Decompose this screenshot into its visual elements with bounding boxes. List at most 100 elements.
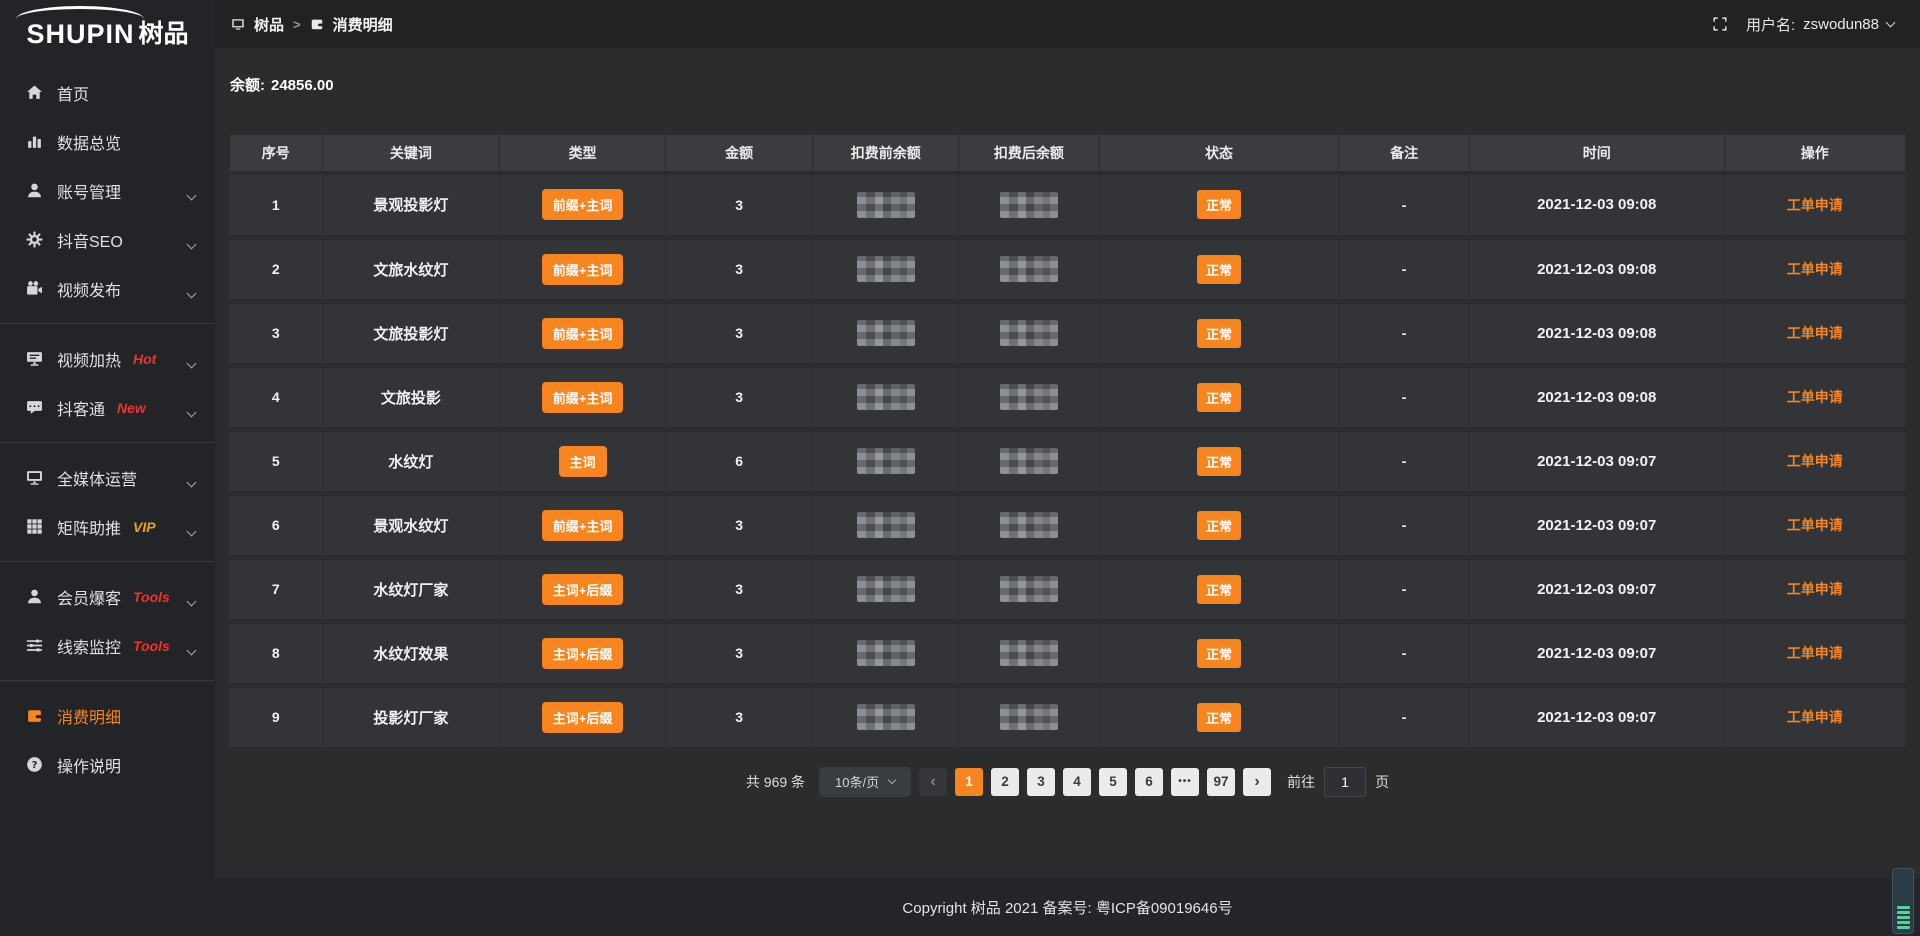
svg-text:?: ? (31, 760, 37, 771)
cell-remark: - (1339, 621, 1470, 685)
sidebar-item-badge: VIP (133, 519, 156, 535)
status-badge: 正常 (1197, 703, 1241, 732)
next-page-button[interactable]: › (1243, 768, 1271, 796)
cell-type: 前缀+主词 (500, 365, 666, 429)
sidebar-item[interactable]: 抖音SEO (0, 215, 215, 264)
type-badge: 前缀+主词 (542, 254, 624, 285)
sidebar-item[interactable]: 账号管理 (0, 166, 215, 215)
sidebar-item[interactable]: 视频加热 Hot (0, 334, 215, 383)
blurred-balance-before (857, 576, 915, 602)
cell-balance-after (959, 237, 1100, 301)
cell-remark: - (1339, 365, 1470, 429)
chevron-down-icon (188, 186, 195, 204)
sidebar-item[interactable]: ? 操作说明 (0, 740, 215, 789)
blurred-balance-after (1000, 256, 1058, 282)
status-badge: 正常 (1197, 511, 1241, 540)
cell-index: 9 (230, 685, 322, 749)
work-order-link[interactable]: 工单申请 (1787, 453, 1843, 469)
page-button[interactable]: 3 (1027, 768, 1055, 796)
sidebar-item[interactable]: 会员爆客 Tools (0, 572, 215, 621)
page-buttons: 1 2 3 4 5 6 ••• 97 (955, 768, 1235, 796)
sidebar-item-label: 会员爆客 (57, 585, 121, 609)
page-button[interactable]: 4 (1063, 768, 1091, 796)
work-order-link[interactable]: 工单申请 (1787, 261, 1843, 277)
column-header: 序号 (230, 135, 322, 173)
user-dropdown[interactable]: 用户名: zswodun88 (1746, 14, 1894, 35)
blurred-balance-before (857, 704, 915, 730)
cell-time: 2021-12-03 09:07 (1469, 557, 1724, 621)
page-button[interactable]: 6 (1135, 768, 1163, 796)
work-order-link[interactable]: 工单申请 (1787, 325, 1843, 341)
cell-time: 2021-12-03 09:07 (1469, 685, 1724, 749)
sidebar-item[interactable]: 全媒体运营 (0, 453, 215, 502)
work-order-link[interactable]: 工单申请 (1787, 581, 1843, 597)
cell-action: 工单申请 (1724, 301, 1905, 365)
sidebar-item-label: 视频发布 (57, 277, 121, 301)
type-badge: 前缀+主词 (542, 382, 624, 413)
fullscreen-icon[interactable] (1712, 16, 1728, 32)
status-badge: 正常 (1197, 383, 1241, 412)
sidebar-item-badge: Tools (133, 589, 170, 605)
cell-index: 6 (230, 493, 322, 557)
work-order-link[interactable]: 工单申请 (1787, 709, 1843, 725)
cell-balance-after (959, 301, 1100, 365)
breadcrumb-current: 消费明细 (333, 14, 393, 35)
goto-page-input[interactable] (1324, 767, 1366, 797)
breadcrumb: 树品 > 消费明细 (231, 14, 393, 35)
wallet-icon (310, 17, 324, 31)
prev-page-button[interactable]: ‹ (919, 768, 947, 796)
cell-action: 工单申请 (1724, 493, 1905, 557)
sidebar-item-badge: New (117, 400, 146, 416)
breadcrumb-separator: > (293, 17, 301, 32)
work-order-link[interactable]: 工单申请 (1787, 197, 1843, 213)
work-order-link[interactable]: 工单申请 (1787, 389, 1843, 405)
copyright-text: Copyright 树品 2021 备案号: 粤ICP备09019646号 (902, 897, 1232, 918)
cell-index: 7 (230, 557, 322, 621)
gear-icon (25, 231, 43, 249)
page-button[interactable]: 1 (955, 768, 983, 796)
widget-stripe (1897, 926, 1910, 929)
breadcrumb-home[interactable]: 树品 (254, 14, 284, 35)
type-badge: 前缀+主词 (542, 510, 624, 541)
page-button[interactable]: ••• (1171, 768, 1199, 796)
sidebar-item-label: 账号管理 (57, 179, 121, 203)
table-row: 7 水纹灯厂家 主词+后缀 3 正常 - 2021-12-03 09:07 工单… (230, 557, 1905, 621)
blurred-balance-after (1000, 384, 1058, 410)
cell-balance-before (813, 557, 959, 621)
status-badge: 正常 (1197, 575, 1241, 604)
sidebar-item[interactable]: 抖客通 New (0, 383, 215, 432)
chevron-down-icon (188, 592, 195, 610)
cell-action: 工单申请 (1724, 237, 1905, 301)
blurred-balance-after (1000, 512, 1058, 538)
work-order-link[interactable]: 工单申请 (1787, 517, 1843, 533)
goto-suffix: 页 (1375, 772, 1389, 792)
sidebar-item[interactable]: 消费明细 (0, 691, 215, 740)
blurred-balance-before (857, 320, 915, 346)
cell-status: 正常 (1099, 365, 1339, 429)
page-button[interactable]: 2 (991, 768, 1019, 796)
cell-type: 主词+后缀 (500, 685, 666, 749)
table-row: 2 文旅水纹灯 前缀+主词 3 正常 - 2021-12-03 09:08 工单… (230, 237, 1905, 301)
sidebar-item-label: 抖音SEO (57, 228, 123, 252)
column-header: 金额 (665, 135, 812, 173)
table-row: 3 文旅投影灯 前缀+主词 3 正常 - 2021-12-03 09:08 工单… (230, 301, 1905, 365)
cell-type: 前缀+主词 (500, 173, 666, 237)
page-size-select[interactable]: 10条/页 (819, 767, 911, 797)
chat-icon (25, 399, 43, 417)
floating-widget[interactable] (1892, 868, 1914, 934)
sidebar-item[interactable]: 首页 (0, 68, 215, 117)
cell-status: 正常 (1099, 621, 1339, 685)
chevron-down-icon (188, 403, 195, 421)
sidebar-item[interactable]: 线索监控 Tools (0, 621, 215, 670)
blurred-balance-after (1000, 640, 1058, 666)
blurred-balance-after (1000, 704, 1058, 730)
work-order-link[interactable]: 工单申请 (1787, 645, 1843, 661)
consumption-table: 序号关键词类型金额扣费前余额扣费后余额状态备注时间操作 1 景观投影灯 前缀+主… (230, 135, 1905, 752)
page-button[interactable]: 97 (1207, 768, 1235, 796)
logo-arc (16, 6, 144, 32)
sidebar-item[interactable]: 视频发布 (0, 264, 215, 313)
page-button[interactable]: 5 (1099, 768, 1127, 796)
sidebar-item[interactable]: 数据总览 (0, 117, 215, 166)
sidebar-item[interactable]: 矩阵助推 VIP (0, 502, 215, 551)
balance: 余额:24856.00 (230, 74, 1905, 95)
